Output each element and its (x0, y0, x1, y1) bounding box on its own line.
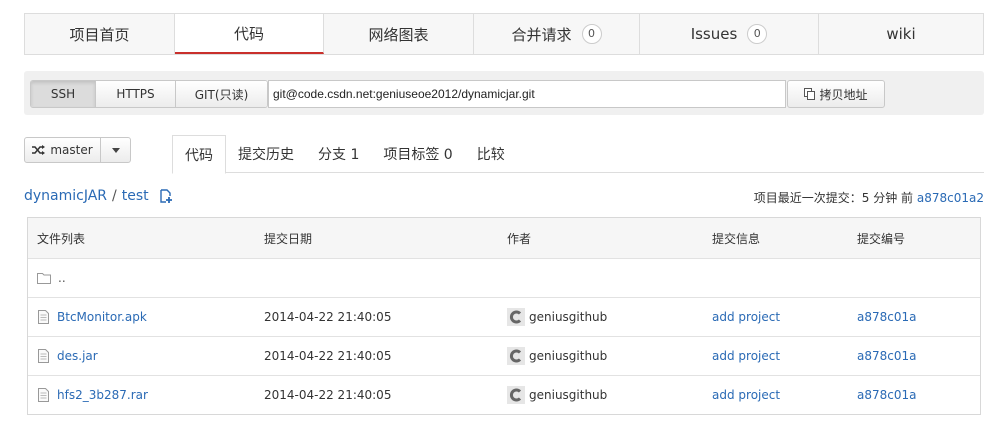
file-icon (37, 349, 50, 363)
branch-dropdown-toggle[interactable] (101, 138, 130, 162)
avatar (507, 308, 525, 326)
parent-dir-row[interactable]: .. (28, 258, 980, 297)
project-nav: 项目首页 代码 网络图表 合并请求 0 Issues 0 wiki (24, 13, 984, 55)
tab-label: 网络图表 (368, 25, 429, 44)
branch-selector[interactable]: master (24, 137, 131, 163)
branch-button[interactable]: master (25, 138, 101, 162)
file-link[interactable]: des.jar (57, 349, 98, 363)
caret-down-icon (111, 147, 120, 153)
commit-hash-link[interactable]: a878c01a (857, 298, 916, 336)
file-icon (37, 310, 50, 324)
last-commit-info: 项目最近一次提交：5 分钟 前 a878c01a2 (754, 189, 984, 206)
file-link[interactable]: BtcMonitor.apk (57, 310, 147, 324)
file-table: 文件列表 提交日期 作者 提交信息 提交编号 .. BtcMonitor.apk… (27, 217, 981, 415)
clone-url-field[interactable]: git@code.csdn.net:geniuseoe2012/dynamicj… (268, 80, 786, 108)
author-name: geniusgithub (529, 388, 608, 402)
parent-dir-cell: .. (37, 259, 66, 297)
tab-label: 项目首页 (69, 25, 130, 44)
parent-dir-link[interactable]: .. (58, 271, 66, 285)
file-cell: des.jar (37, 337, 98, 375)
file-icon (37, 388, 50, 402)
add-file-icon[interactable] (159, 189, 173, 203)
merge-requests-count-badge: 0 (581, 24, 602, 44)
author-cell: geniusgithub (507, 298, 607, 336)
last-commit-text: 项目最近一次提交：5 分钟 前 (753, 191, 914, 205)
subtab-compare[interactable]: 比较 (465, 135, 517, 173)
author-cell: geniusgithub (507, 376, 607, 414)
subtab-code[interactable]: 代码 (172, 135, 226, 174)
header-commit-date: 提交日期 (264, 231, 313, 246)
commit-date-cell: 2014-04-22 21:40:05 (264, 388, 392, 402)
subtab-branches[interactable]: 分支 1 (306, 135, 371, 173)
copy-icon (804, 88, 816, 100)
header-commit-id: 提交编号 (857, 231, 906, 246)
protocol-switcher: SSH HTTPS GIT(只读) (30, 80, 268, 108)
tab-label: Issues (690, 25, 738, 43)
commit-message-link[interactable]: add project (712, 298, 780, 336)
file-cell: BtcMonitor.apk (37, 298, 147, 336)
tab-label: wiki (886, 25, 916, 43)
tab-merge-requests[interactable]: 合并请求 0 (474, 14, 640, 54)
tab-label: 合并请求 (511, 25, 572, 44)
avatar (507, 386, 525, 404)
https-button[interactable]: HTTPS (96, 81, 176, 107)
tab-wiki[interactable]: wiki (819, 14, 983, 54)
file-cell: hfs2_3b287.rar (37, 376, 148, 414)
breadcrumb: dynamicJAR / test (24, 188, 173, 204)
tab-label: 代码 (233, 24, 264, 43)
tab-issues[interactable]: Issues 0 (640, 14, 819, 54)
commit-date-cell: 2014-04-22 21:40:05 (264, 349, 392, 363)
header-commit-message: 提交信息 (712, 231, 761, 246)
breadcrumb-repo-link[interactable]: dynamicJAR (24, 188, 107, 204)
commit-date-cell: 2014-04-22 21:40:05 (264, 310, 392, 324)
author-cell: geniusgithub (507, 337, 607, 375)
author-name: geniusgithub (529, 310, 608, 324)
header-file-list: 文件列表 (37, 231, 86, 246)
breadcrumb-separator: / (112, 188, 117, 204)
code-subtabs: 代码 提交历史 分支 1 项目标签 0 比较 (172, 135, 984, 174)
author-name: geniusgithub (529, 349, 608, 363)
subtab-tags[interactable]: 项目标签 0 (371, 135, 464, 173)
file-link[interactable]: hfs2_3b287.rar (57, 388, 148, 402)
header-author: 作者 (507, 231, 532, 246)
commit-message-link[interactable]: add project (712, 376, 780, 414)
issues-count-badge: 0 (747, 24, 768, 44)
commit-hash-link[interactable]: a878c01a (857, 376, 916, 414)
folder-icon (37, 272, 51, 284)
table-row: des.jar 2014-04-22 21:40:05 geniusgithub… (28, 336, 980, 375)
tab-code[interactable]: 代码 (175, 14, 324, 54)
ssh-button[interactable]: SSH (31, 81, 96, 107)
branch-name: master (50, 143, 93, 157)
subtab-commit-history[interactable]: 提交历史 (226, 135, 306, 173)
tab-project-home[interactable]: 项目首页 (25, 14, 175, 54)
last-commit-hash-link[interactable]: a878c01a2 (917, 191, 984, 205)
table-header-row: 文件列表 提交日期 作者 提交信息 提交编号 (28, 218, 980, 258)
breadcrumb-folder-link[interactable]: test (122, 188, 149, 204)
git-readonly-button[interactable]: GIT(只读) (176, 81, 267, 107)
table-row: BtcMonitor.apk 2014-04-22 21:40:05 geniu… (28, 297, 980, 336)
commit-hash-link[interactable]: a878c01a (857, 337, 916, 375)
table-row: hfs2_3b287.rar 2014-04-22 21:40:05 geniu… (28, 375, 980, 414)
clone-bar: SSH HTTPS GIT(只读) git@code.csdn.net:geni… (24, 71, 984, 115)
tab-network-graph[interactable]: 网络图表 (324, 14, 474, 54)
commit-message-link[interactable]: add project (712, 337, 780, 375)
shuffle-icon (32, 145, 46, 155)
copy-url-button[interactable]: 拷贝地址 (787, 80, 885, 108)
avatar (507, 347, 525, 365)
copy-url-label: 拷贝地址 (819, 87, 868, 102)
